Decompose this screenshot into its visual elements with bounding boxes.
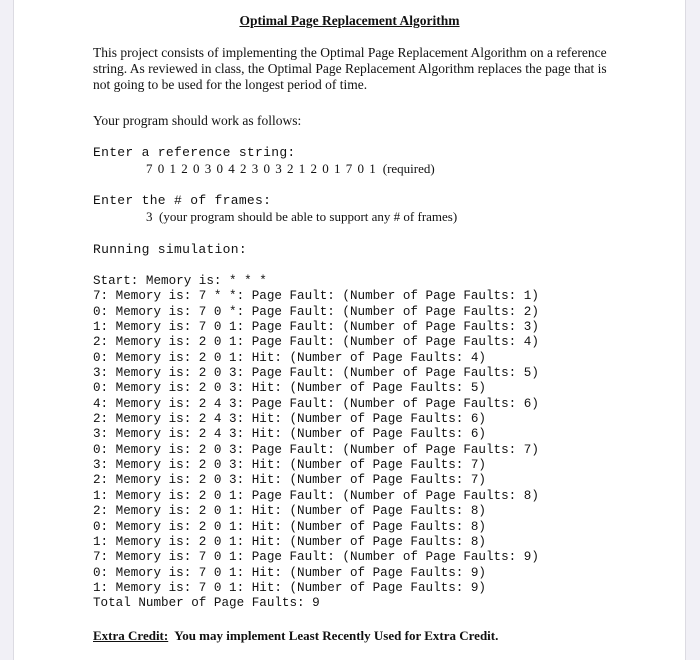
simulation-log-line: 1: Memory is: 2 0 1: Page Fault: (Number…: [93, 488, 539, 503]
simulation-log-line: 0: Memory is: 7 0 1: Hit: (Number of Pag…: [93, 565, 486, 580]
extra-credit: Extra Credit: You may implement Least Re…: [93, 628, 498, 644]
simulation-log-line: 7: Memory is: 7 0 1: Page Fault: (Number…: [93, 550, 539, 565]
simulation-log-line: 0: Memory is: 2 0 3: Page Fault: (Number…: [93, 442, 539, 457]
simulation-log-line: 0: Memory is: 2 0 3: Hit: (Number of Pag…: [93, 381, 486, 396]
simulation-log-line: 0: Memory is: 2 0 1: Hit: (Number of Pag…: [93, 519, 486, 534]
simulation-log-line: 2: Memory is: 2 4 3: Hit: (Number of Pag…: [93, 412, 486, 427]
frames-note: (your program should be able to support …: [159, 209, 458, 224]
document-title: Optimal Page Replacement Algorithm: [239, 13, 460, 28]
reference-string-line: 7 0 1 2 0 3 0 4 2 3 0 3 2 1 2 0 1 7 0 1 …: [146, 161, 435, 177]
simulation-output: Start: Memory is: * * * 7: Memory is: 7 *…: [93, 274, 539, 612]
simulation-log-line: Start: Memory is: * * *: [93, 274, 267, 288]
running-simulation-label: Running simulation:: [93, 242, 247, 257]
extra-credit-label: Extra Credit:: [93, 628, 169, 643]
simulation-log-line: 1: Memory is: 7 0 1: Hit: (Number of Pag…: [93, 580, 486, 595]
simulation-log-line: 3: Memory is: 2 4 3: Hit: (Number of Pag…: [93, 427, 486, 442]
simulation-log-line: 0: Memory is: 7 0 *: Page Fault: (Number…: [93, 304, 539, 319]
reference-prompt: Enter a reference string:: [93, 145, 296, 160]
intro-paragraph: This project consists of implementing th…: [93, 45, 607, 92]
simulation-log-line: 2: Memory is: 2 0 1: Page Fault: (Number…: [93, 335, 539, 350]
simulation-log-line: Total Number of Page Faults: 9: [93, 596, 320, 611]
frames-prompt: Enter the # of frames:: [93, 193, 272, 208]
simulation-log-line: 1: Memory is: 2 0 1: Hit: (Number of Pag…: [93, 534, 486, 549]
simulation-log-line: 4: Memory is: 2 4 3: Page Fault: (Number…: [93, 396, 539, 411]
instructions-lead: Your program should work as follows:: [93, 113, 302, 128]
extra-credit-text: You may implement Least Recently Used fo…: [174, 628, 499, 643]
frames-line: 3 (your program should be able to suppor…: [146, 209, 457, 225]
reference-note: (required): [382, 161, 435, 176]
reference-string: 7 0 1 2 0 3 0 4 2 3 0 3 2 1 2 0 1 7 0 1: [146, 161, 377, 176]
simulation-log-line: 3: Memory is: 2 0 3: Page Fault: (Number…: [93, 366, 539, 381]
simulation-log-line: 1: Memory is: 7 0 1: Page Fault: (Number…: [93, 320, 539, 335]
simulation-log-line: 2: Memory is: 2 0 1: Hit: (Number of Pag…: [93, 504, 486, 519]
simulation-log-line: 3: Memory is: 2 0 3: Hit: (Number of Pag…: [93, 458, 486, 473]
document-page: Optimal Page Replacement Algorithm This …: [13, 0, 686, 660]
simulation-log-line: 2: Memory is: 2 0 3: Hit: (Number of Pag…: [93, 473, 486, 488]
simulation-log-line: 7: Memory is: 7 * *: Page Fault: (Number…: [93, 289, 539, 304]
simulation-log-line: 0: Memory is: 2 0 1: Hit: (Number of Pag…: [93, 350, 486, 365]
